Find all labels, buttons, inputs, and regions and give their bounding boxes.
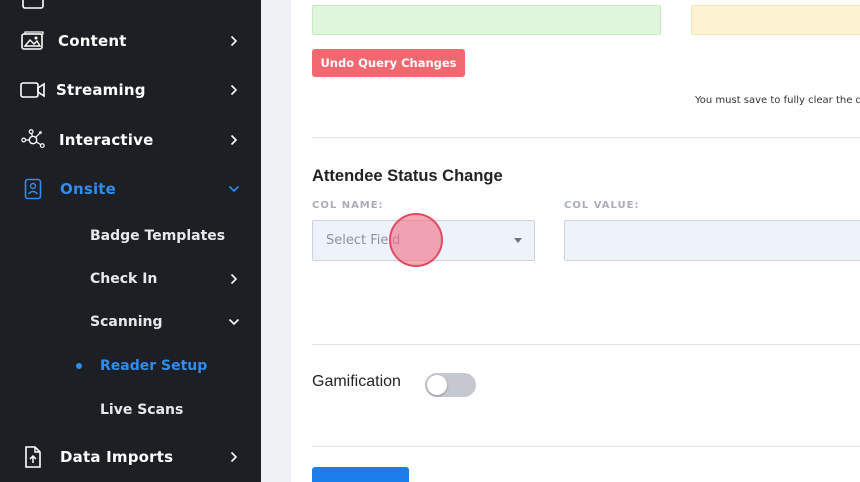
sidebar-subitem-check-in[interactable]: Check In [0,261,261,297]
click-indicator [389,213,443,267]
network-nodes-icon [20,128,46,152]
sidebar-subitem-label: Reader Setup [100,358,208,374]
sidebar: Content Streaming Interactive Onsite Bad… [0,0,261,482]
badge-id-icon [20,177,46,201]
undo-query-changes-button[interactable]: Undo Query Changes [312,49,465,77]
sidebar-item-label: Interactive [59,131,154,149]
sidebar-subitem-label: Check In [90,271,158,287]
sidebar-item-onsite[interactable]: Onsite [0,169,261,209]
sidebar-item-data-imports[interactable]: Data Imports [0,437,261,477]
file-import-icon [20,445,46,469]
col-name-label: COL NAME: [312,200,384,211]
chevron-right-icon [227,272,241,286]
col-value-input[interactable] [564,220,860,261]
warning-query-box [691,5,860,35]
sidebar-item-interactive[interactable]: Interactive [0,120,261,160]
section-divider [312,344,860,345]
image-icon [20,29,46,53]
video-camera-icon [20,78,46,102]
section-divider [312,137,860,138]
sidebar-subitem-label: Badge Templates [90,228,226,244]
app-root: Content Streaming Interactive Onsite Bad… [0,0,860,482]
gamification-label: Gamification [312,373,401,390]
save-hint-text: You must save to fully clear the quer [695,95,860,106]
sidebar-item-label: Onsite [60,180,117,198]
chevron-down-icon [227,315,241,329]
section-divider [312,446,860,447]
chevron-right-icon [227,83,241,97]
caret-down-icon [514,238,522,243]
sidebar-subitem-live-scans[interactable]: Live Scans [0,392,261,428]
sidebar-item-streaming[interactable]: Streaming [0,70,261,110]
sidebar-item-label: Data Imports [60,448,174,466]
settings-panel: Undo Query Changes You must save to full… [291,0,860,482]
active-indicator-dot [76,363,82,369]
attendee-status-change-title: Attendee Status Change [312,167,503,185]
sidebar-subitem-scanning[interactable]: Scanning [0,304,261,340]
success-query-box [312,5,661,35]
chevron-right-icon [227,133,241,147]
chevron-right-icon [227,34,241,48]
main-content: Undo Query Changes You must save to full… [261,0,860,482]
sidebar-item-content[interactable]: Content [0,21,261,61]
sidebar-item-label: Content [58,32,127,50]
partial-top-icon [20,0,46,12]
sidebar-subitem-label: Live Scans [100,402,184,418]
toggle-knob [427,375,447,395]
sidebar-subitem-label: Scanning [90,314,163,330]
sidebar-item-label: Streaming [56,81,146,99]
chevron-right-icon [227,450,241,464]
sidebar-subitem-badge-templates[interactable]: Badge Templates [0,218,261,254]
sidebar-subitem-reader-setup[interactable]: Reader Setup [0,348,261,384]
primary-save-button[interactable] [312,467,409,482]
chevron-down-icon [227,182,241,196]
col-value-label: COL VALUE: [564,200,640,211]
gamification-toggle[interactable] [425,373,476,397]
